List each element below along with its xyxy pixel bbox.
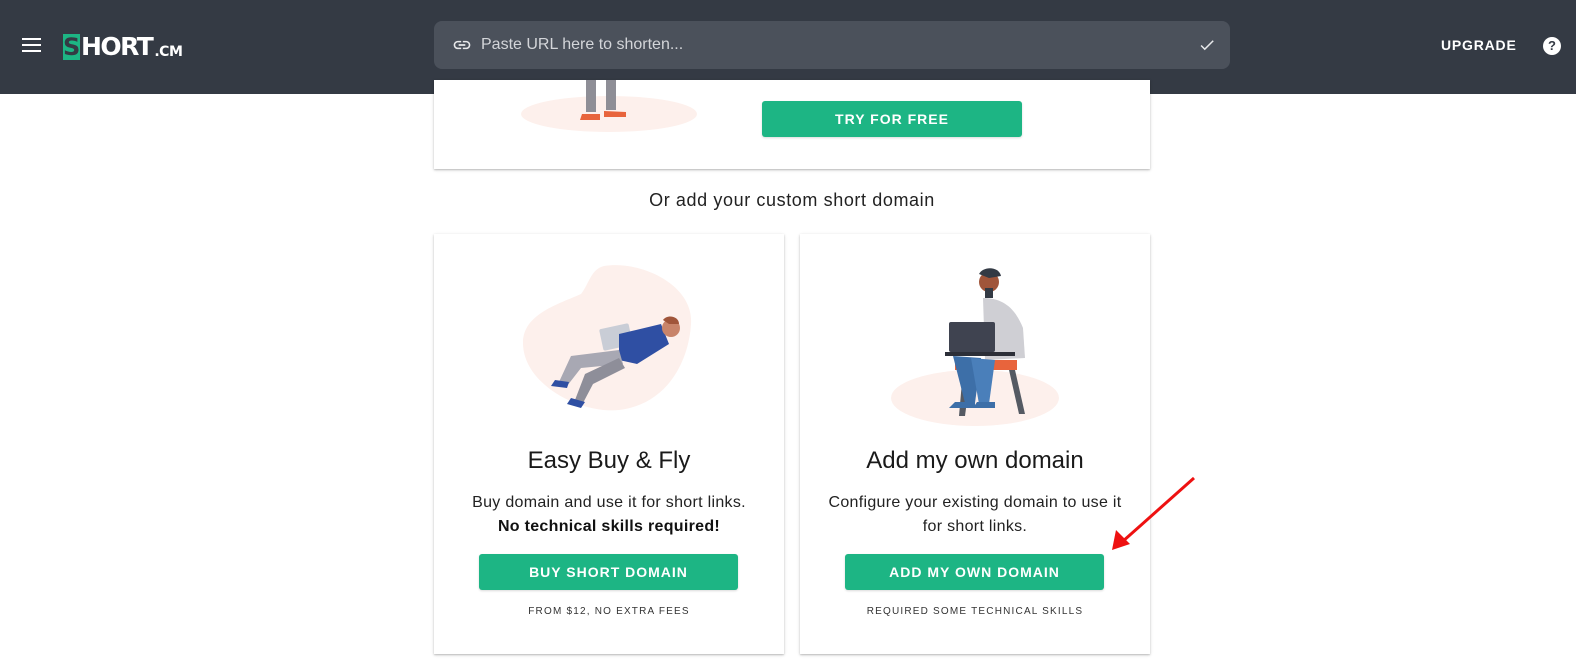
logo-s-mark: S [63,33,81,61]
card-title: Add my own domain [866,447,1084,474]
own-domain-card: Add my own domain Configure your existin… [800,234,1150,654]
sitting-person-illustration [891,268,1059,426]
card-description: Configure your existing domain to use it… [820,491,1130,539]
person-legs-illustration [521,80,697,132]
url-shorten-bar [434,21,1230,69]
check-icon[interactable] [1197,36,1217,54]
logo-suffix: .CM [154,44,183,60]
custom-domain-heading: Or add your custom short domain [649,190,935,210]
buy-domain-card: Easy Buy & Fly Buy domain and use it for… [434,234,784,654]
free-trial-card: TRY FOR FREE [434,80,1150,169]
logo-text: HORT [81,32,154,61]
add-my-own-domain-button[interactable]: ADD MY OWN DOMAIN [845,554,1104,590]
relaxing-person-illustration [522,265,692,411]
card-description-text: Configure your existing domain to use it… [828,494,1122,535]
try-for-free-button[interactable]: TRY FOR FREE [762,101,1022,137]
annotation-arrow [1112,476,1195,550]
card-note: FROM $12, NO EXTRA FEES [528,606,690,617]
buy-short-domain-button[interactable]: BUY SHORT DOMAIN [479,554,738,590]
logo[interactable]: S HORT .CM [63,32,183,61]
url-input[interactable] [481,33,1161,57]
upgrade-link[interactable]: UPGRADE [1441,37,1517,53]
card-description-bold: No technical skills required! [497,518,721,535]
help-icon[interactable]: ? [1543,37,1561,55]
card-note: REQUIRED SOME TECHNICAL SKILLS [866,606,1084,617]
card-title: Easy Buy & Fly [527,447,691,474]
card-description-text: Buy domain and use it for short links. [472,494,746,511]
link-icon [453,40,471,50]
card-description: Buy domain and use it for short links. N… [454,491,764,539]
hamburger-menu-icon[interactable] [20,33,44,57]
